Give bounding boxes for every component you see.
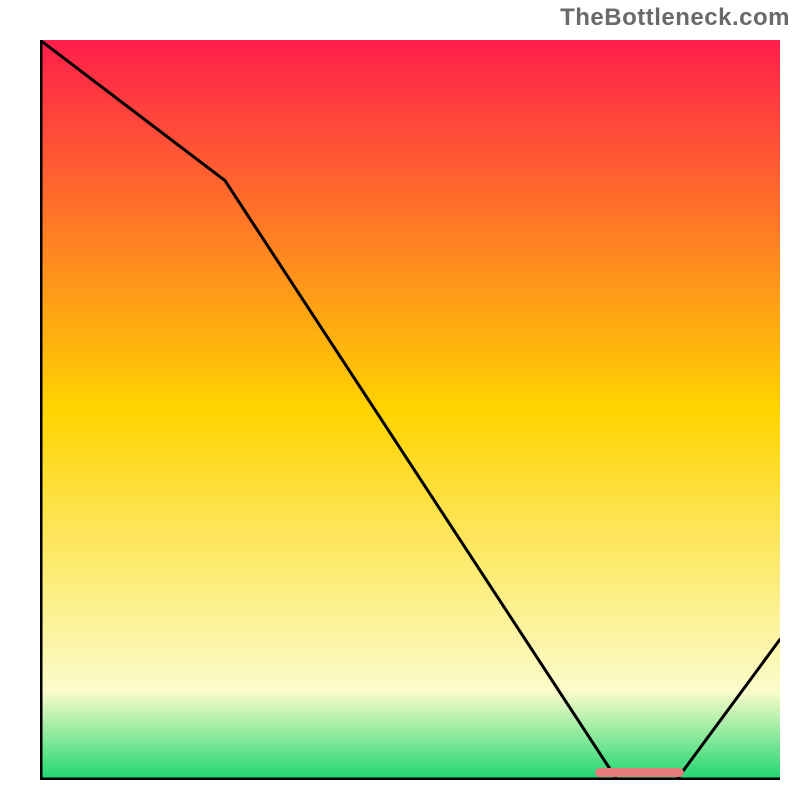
watermark-text: TheBottleneck.com (560, 4, 790, 32)
plot-area (40, 40, 780, 780)
gradient-background (40, 40, 780, 780)
min-marker (595, 768, 684, 777)
chart-svg (40, 40, 780, 780)
chart-root: TheBottleneck.com (0, 0, 800, 800)
